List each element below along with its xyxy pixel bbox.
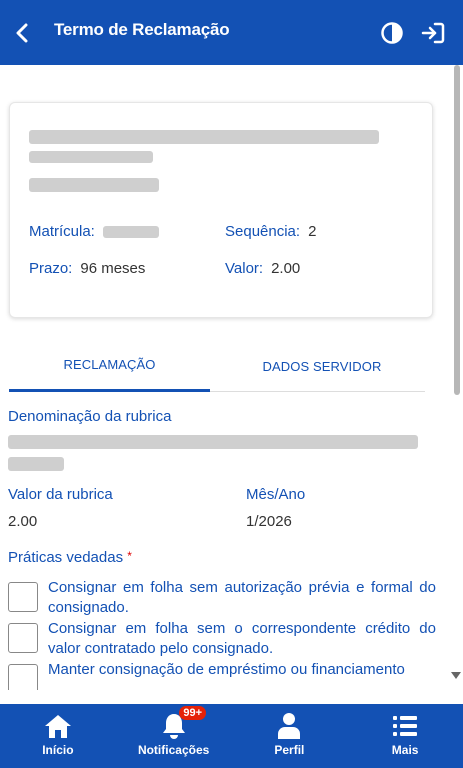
- home-icon: [43, 711, 73, 741]
- praticas-vedadas-label: Práticas vedadas *: [8, 549, 132, 566]
- prazo-field: Prazo: 96 meses: [29, 260, 145, 277]
- prazo-value: 96 meses: [80, 260, 146, 277]
- redacted-denominacao: [8, 435, 418, 449]
- scroll-down-arrow[interactable]: [451, 672, 461, 679]
- nav-mais[interactable]: Mais: [347, 704, 463, 768]
- matricula-field: Matrícula:: [29, 223, 159, 240]
- pratica-option: Manter consignação de empréstimo ou fina…: [8, 660, 436, 690]
- bottom-navigation: Início 99+ Notificações Perfil Mais: [0, 704, 463, 768]
- redacted-line: [29, 178, 159, 192]
- pratica-option: Consignar em folha sem autorização prévi…: [8, 578, 436, 618]
- app-header: Termo de Reclamação: [0, 0, 463, 65]
- notification-badge: 99+: [179, 706, 207, 720]
- back-button[interactable]: [8, 18, 36, 48]
- valor-rubrica-value: 2.00: [8, 513, 38, 530]
- nav-notificacoes-label: Notificações: [137, 743, 210, 757]
- sequencia-field: Sequência: 2: [225, 223, 316, 240]
- sequencia-value: 2: [308, 223, 317, 240]
- list-icon: [390, 711, 420, 741]
- chevron-left-icon: [16, 23, 28, 43]
- nav-notificacoes[interactable]: 99+ Notificações: [116, 704, 232, 768]
- valor-field: Valor: 2.00: [225, 260, 300, 277]
- redacted-name: [29, 130, 379, 144]
- contrast-icon: [381, 22, 403, 44]
- tab-reclamacao[interactable]: RECLAMAÇÃO: [9, 340, 210, 392]
- nav-inicio-label: Início: [42, 743, 74, 757]
- redacted-line: [29, 151, 153, 163]
- tab-bar: RECLAMAÇÃO DADOS SERVIDOR: [9, 340, 425, 392]
- pratica-text: Manter consignação de empréstimo ou fina…: [48, 661, 405, 678]
- pratica-option: Consignar em folha sem o correspondente …: [8, 619, 436, 659]
- nav-inicio[interactable]: Início: [0, 704, 116, 768]
- logout-button[interactable]: [419, 19, 447, 47]
- required-mark: *: [127, 549, 132, 563]
- mes-ano-value: 1/2026: [246, 513, 292, 530]
- content-scroll-area[interactable]: Matrícula: Sequência: 2 Prazo: 96 meses …: [0, 65, 463, 690]
- pratica-text: Consignar em folha sem o correspondente …: [48, 620, 436, 657]
- valor-label: Valor:: [225, 260, 264, 277]
- pratica-checkbox[interactable]: [8, 623, 38, 653]
- sequencia-label: Sequência:: [225, 223, 301, 240]
- tab-dados-servidor[interactable]: DADOS SERVIDOR: [217, 340, 427, 392]
- mes-ano-label: Mês/Ano: [246, 486, 306, 503]
- nav-mais-label: Mais: [391, 743, 419, 757]
- nav-perfil-label: Perfil: [274, 743, 305, 757]
- valor-value: 2.00: [271, 260, 301, 277]
- scrollbar-thumb[interactable]: [454, 65, 460, 395]
- praticas-label-text: Práticas vedadas: [8, 549, 124, 566]
- prazo-label: Prazo:: [29, 260, 73, 277]
- contract-card: Matrícula: Sequência: 2 Prazo: 96 meses …: [9, 102, 433, 318]
- redacted-matricula: [102, 225, 159, 238]
- pratica-text: Consignar em folha sem autorização prévi…: [48, 579, 436, 616]
- app-screen: Termo de Reclamação Matrícula: Sequência…: [0, 0, 463, 768]
- page-title: Termo de Reclamação: [54, 20, 230, 39]
- pratica-checkbox[interactable]: [8, 582, 38, 612]
- user-icon: [274, 711, 304, 741]
- contrast-button[interactable]: [378, 19, 406, 47]
- matricula-label: Matrícula:: [29, 223, 95, 240]
- sign-in-icon: [421, 22, 445, 44]
- redacted-denominacao-2: [8, 457, 64, 471]
- valor-rubrica-label: Valor da rubrica: [8, 486, 113, 503]
- denominacao-label: Denominação da rubrica: [8, 408, 172, 425]
- nav-perfil[interactable]: Perfil: [232, 704, 348, 768]
- pratica-checkbox[interactable]: [8, 664, 38, 690]
